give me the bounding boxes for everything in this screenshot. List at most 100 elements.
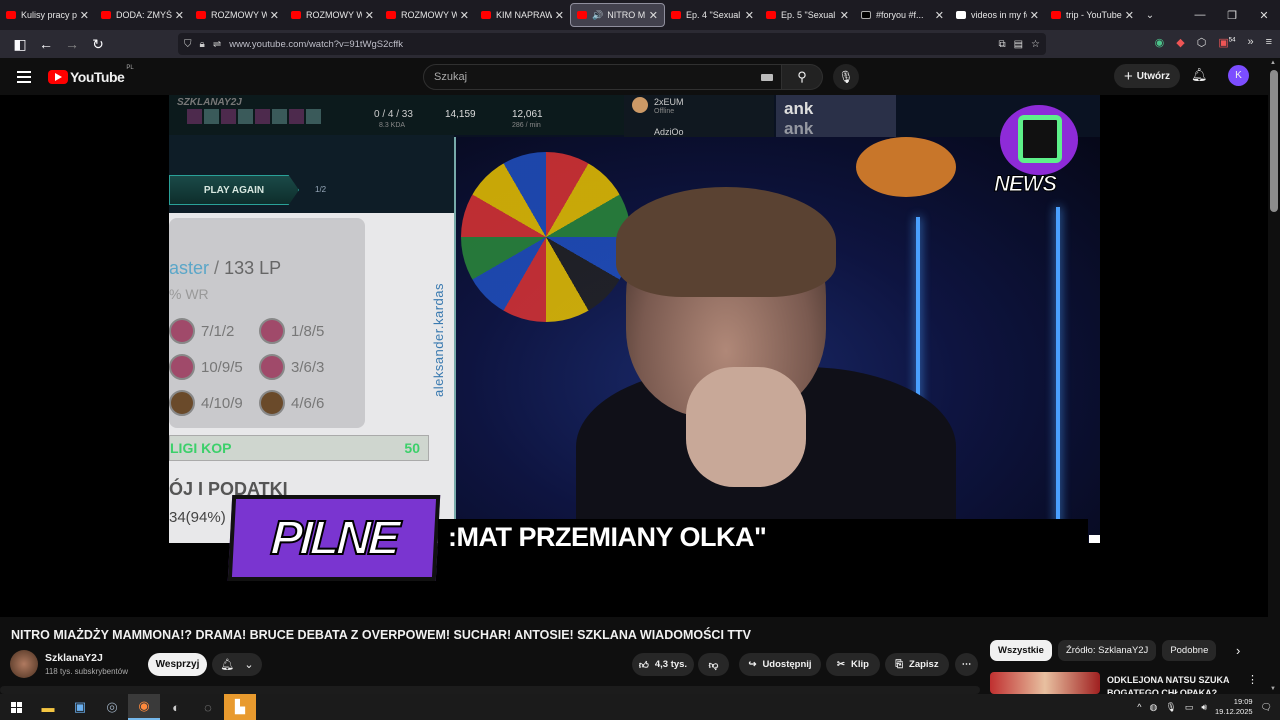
forward-icon[interactable]: → [60, 36, 84, 52]
chevron-right-icon[interactable]: › [1236, 643, 1240, 658]
notifications-bell-icon[interactable]: 🔔︎ [1191, 67, 1208, 83]
clip-button[interactable]: ✂ Klip [826, 653, 880, 676]
search-bar: Szukaj ⚲ [423, 64, 823, 90]
browser-tab[interactable]: DODA: ZMYŚLO...✕ [95, 3, 190, 27]
recommended-title[interactable]: ODKLEJONA NATSU SZUKA BOGATEGO CHŁOPAKA? [1107, 674, 1237, 694]
scroll-down-icon[interactable]: ▼ [1270, 686, 1276, 692]
close-tab-icon[interactable]: ✕ [365, 9, 374, 22]
close-tab-icon[interactable]: ✕ [649, 9, 658, 22]
minimize-icon[interactable]: — [1184, 9, 1216, 22]
extensions-icon[interactable]: ⬡ [1197, 36, 1207, 49]
notification-bell-button[interactable]: 🔔︎ ⌄ [212, 653, 262, 676]
rank-panel: aster / 133 LP % WR 7/1/2 1/8/5 10/9/5 3… [169, 218, 365, 428]
bookmark-star-icon[interactable]: ☆ [1031, 39, 1040, 50]
search-input[interactable]: Szukaj [423, 64, 782, 90]
chip-all[interactable]: Wszystkie [990, 640, 1052, 661]
like-button[interactable]: 👍︎ 4,3 tys. [632, 653, 694, 676]
browser-tab[interactable]: Ep. 4 "Sexual Be...✕ [665, 3, 760, 27]
back-icon[interactable]: ← [34, 36, 58, 52]
browser-tab[interactable]: ROZMOWY W T...✕ [380, 3, 475, 27]
list-all-tabs-icon[interactable]: ⌄ [1140, 10, 1160, 21]
scrollbar-thumb[interactable] [1270, 70, 1278, 212]
menu-icon[interactable]: ≡ [1266, 36, 1272, 49]
match-entry: 10/9/5 [169, 354, 259, 380]
close-tab-icon[interactable]: ✕ [745, 9, 754, 22]
browser-tab[interactable]: Kulisy pracy pr...✕ [0, 3, 95, 27]
picture-in-picture-icon[interactable]: ⧉ [998, 39, 1005, 50]
save-button[interactable]: ⎘ Zapisz [885, 653, 949, 676]
voice-search-button[interactable]: 🎙︎ [833, 64, 859, 90]
tray-overflow-icon[interactable]: ^ [1137, 702, 1141, 712]
close-tab-icon[interactable]: ✕ [935, 9, 944, 22]
lock-icon[interactable]: 🔒︎ [200, 39, 205, 50]
clock[interactable]: 19:09 19.12.2025 [1215, 697, 1253, 717]
permissions-icon[interactable]: ⇌ [213, 39, 221, 50]
file-explorer-icon[interactable]: ▬ [32, 694, 64, 720]
account-avatar[interactable]: K [1228, 65, 1249, 86]
youtube-icon [196, 11, 206, 19]
computer-icon[interactable]: ▣ [64, 694, 96, 720]
network-icon[interactable]: ◍ [1150, 702, 1158, 713]
ublock-extension-icon[interactable]: ◆ [1176, 36, 1184, 49]
notes-app-icon[interactable]: ▙ [224, 694, 256, 720]
close-tab-icon[interactable]: ✕ [270, 9, 279, 22]
url-bar[interactable]: ⛉ 🔒︎ ⇌ www.youtube.com/watch?v=91tWgS2cf… [178, 33, 1046, 55]
browser-tab[interactable]: videos in my fol...✕ [950, 3, 1045, 27]
dislike-button[interactable]: 👎︎ [698, 653, 729, 676]
app-icon[interactable]: ◌ [192, 694, 224, 720]
vpn-extension-icon[interactable]: ◉ [1155, 36, 1165, 49]
display-icon[interactable]: ▭ [1185, 702, 1194, 713]
browser-tab[interactable]: KIM NAPRAWDĘ...✕ [475, 3, 570, 27]
obs-icon[interactable]: ◐ [160, 694, 192, 720]
reader-view-icon[interactable]: ▤ [1014, 39, 1023, 50]
speaker-icon[interactable]: 🔊 [592, 10, 603, 21]
shield-icon[interactable]: ⛉ [184, 39, 192, 50]
extension-badge-icon[interactable]: ▣54 [1218, 36, 1235, 49]
page-scrollbar[interactable]: ▲ ▼ [1268, 58, 1280, 694]
browser-navbar: ◧ ← → ↻ ⛉ 🔒︎ ⇌ www.youtube.com/watch?v=9… [0, 30, 1280, 58]
microphone-tray-icon[interactable]: 🎙︎ [1165, 702, 1176, 713]
channel-avatar[interactable] [10, 650, 38, 678]
browser-tab[interactable]: ROZMOWY W T...✕ [285, 3, 380, 27]
chip-related[interactable]: Podobne [1162, 640, 1217, 661]
share-button[interactable]: ↪ Udostępnij [739, 653, 821, 676]
steam-icon[interactable]: ◎ [96, 694, 128, 720]
more-vertical-icon[interactable]: ⋮ [1247, 673, 1258, 686]
close-tab-icon[interactable]: ✕ [1125, 9, 1134, 22]
start-button[interactable] [0, 694, 32, 720]
create-button[interactable]: + Utwórz [1114, 64, 1180, 88]
keyboard-icon[interactable] [761, 73, 773, 81]
chip-source[interactable]: Źródło: SzklanaY2J [1057, 640, 1157, 661]
close-tab-icon[interactable]: ✕ [1030, 9, 1039, 22]
close-tab-icon[interactable]: ✕ [175, 9, 184, 22]
close-tab-icon[interactable]: ✕ [840, 9, 849, 22]
more-actions-button[interactable]: ⋯ [955, 653, 978, 676]
search-button[interactable]: ⚲ [782, 64, 823, 90]
video-player[interactable]: SZKLANAY2J 0 / 4 / 33 8.3 KDA 14,159 12,… [0, 95, 1268, 617]
volume-icon[interactable]: 🔊︎ [1201, 702, 1207, 713]
notifications-icon[interactable]: 🗨︎ [1261, 702, 1272, 713]
sidebar-toggle-icon[interactable]: ◧ [8, 36, 32, 53]
browser-tab[interactable]: ROZMOWY W T...✕ [190, 3, 285, 27]
url-text[interactable]: www.youtube.com/watch?v=91tWgS2cffk [229, 39, 403, 50]
browser-tab[interactable]: Ep. 5 "Sexual Be...✕ [760, 3, 855, 27]
browser-tab[interactable]: #foryou #f... ✕ [855, 3, 950, 27]
close-tab-icon[interactable]: ✕ [460, 9, 469, 22]
close-window-icon[interactable]: ✕ [1248, 9, 1280, 22]
video-frame[interactable]: SZKLANAY2J 0 / 4 / 33 8.3 KDA 14,159 12,… [169, 95, 1100, 543]
restore-icon[interactable]: ❐ [1216, 9, 1248, 22]
overflow-chevron-icon[interactable]: » [1247, 36, 1253, 49]
youtube-logo[interactable]: YouTube PL [48, 65, 134, 85]
channel-name[interactable]: SzklanaY2J [45, 652, 103, 664]
support-button[interactable]: Wesprzyj [148, 653, 207, 676]
reload-icon[interactable]: ↻ [86, 36, 110, 53]
recommended-thumbnail[interactable] [990, 672, 1100, 694]
browser-tab-active[interactable]: 🔊NITRO MIA...✕ [570, 3, 665, 27]
news-ticker: :MAT PRZEMIANY OLKA" [438, 519, 1088, 555]
scroll-up-icon[interactable]: ▲ [1270, 60, 1276, 66]
close-tab-icon[interactable]: ✕ [555, 9, 564, 22]
hamburger-menu-icon[interactable] [17, 70, 31, 83]
firefox-icon[interactable]: ◉ [128, 694, 160, 720]
close-tab-icon[interactable]: ✕ [80, 9, 89, 22]
browser-tab[interactable]: trip - YouTube ✕ [1045, 3, 1140, 27]
